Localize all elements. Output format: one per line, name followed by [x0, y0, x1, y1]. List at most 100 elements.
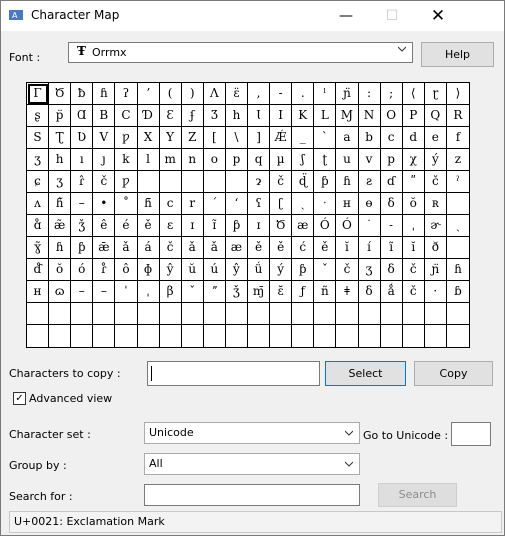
minimize-button[interactable]: —: [323, 1, 369, 31]
char-cell[interactable]: I: [270, 105, 293, 127]
char-cell[interactable]: ɪ: [248, 215, 271, 237]
go-to-unicode-input[interactable]: [451, 422, 491, 446]
char-cell[interactable]: ƀ: [71, 83, 94, 105]
char-cell[interactable]: Ʋ: [71, 127, 94, 149]
char-cell[interactable]: [248, 303, 271, 325]
char-cell[interactable]: δ: [380, 259, 403, 281]
char-cell[interactable]: ˈ: [115, 281, 138, 303]
maximize-button[interactable]: ☐: [369, 1, 415, 31]
char-cell[interactable]: é: [115, 215, 138, 237]
character-set-dropdown[interactable]: Unicode: [144, 422, 360, 444]
copy-button[interactable]: Copy: [414, 361, 493, 386]
char-cell[interactable]: [181, 303, 204, 325]
char-cell[interactable]: ,: [248, 83, 271, 105]
char-cell[interactable]: ʂ: [27, 105, 50, 127]
char-cell[interactable]: d: [402, 127, 425, 149]
char-cell[interactable]: p̈: [49, 105, 72, 127]
char-cell[interactable]: [49, 325, 72, 347]
char-cell[interactable]: [336, 303, 359, 325]
title-bar[interactable]: A Character Map — ☐ ✕: [1, 1, 504, 31]
select-button[interactable]: Select: [325, 361, 406, 386]
char-cell[interactable]: [225, 303, 248, 325]
char-cell[interactable]: ɦ̄: [137, 193, 160, 215]
char-cell[interactable]: ɛ̆: [270, 281, 293, 303]
char-cell[interactable]: l: [137, 149, 160, 171]
char-cell[interactable]: ǯ: [225, 281, 248, 303]
char-cell[interactable]: ˗: [380, 215, 403, 237]
char-cell[interactable]: č: [424, 171, 447, 193]
char-cell[interactable]: Ʈ: [49, 127, 72, 149]
char-cell[interactable]: ê: [93, 215, 116, 237]
char-cell[interactable]: _: [292, 127, 315, 149]
char-cell[interactable]: Ɛ: [159, 105, 182, 127]
char-cell[interactable]: ě: [248, 237, 271, 259]
char-cell[interactable]: ĭ: [402, 237, 425, 259]
char-cell[interactable]: č: [402, 281, 425, 303]
characters-to-copy-input[interactable]: [147, 361, 320, 386]
char-cell[interactable]: p: [380, 149, 403, 171]
char-cell[interactable]: ʼ: [137, 83, 160, 105]
char-cell[interactable]: ƥ: [225, 215, 248, 237]
char-cell[interactable]: [137, 171, 160, 193]
char-cell[interactable]: [270, 303, 293, 325]
char-cell[interactable]: ʜ: [27, 281, 50, 303]
char-cell[interactable]: m: [159, 149, 182, 171]
char-cell[interactable]: ˌ: [137, 281, 160, 303]
char-cell[interactable]: ŏ: [49, 259, 72, 281]
char-cell[interactable]: ɛ: [159, 215, 182, 237]
char-cell[interactable]: ˏ: [292, 193, 315, 215]
char-cell[interactable]: O: [380, 105, 403, 127]
char-cell[interactable]: ˮ: [203, 281, 226, 303]
char-cell[interactable]: ú: [203, 259, 226, 281]
char-cell[interactable]: ɲ̈: [424, 259, 447, 281]
char-cell[interactable]: ;: [380, 83, 403, 105]
char-cell[interactable]: ƥ: [314, 171, 337, 193]
char-cell[interactable]: ɾ̂: [71, 171, 94, 193]
group-by-dropdown[interactable]: All: [144, 453, 360, 475]
char-cell[interactable]: X: [137, 127, 160, 149]
char-cell[interactable]: ʒ: [358, 259, 381, 281]
char-cell[interactable]: ʔ: [115, 83, 138, 105]
char-cell[interactable]: S: [27, 127, 50, 149]
char-cell[interactable]: ɷ: [49, 281, 72, 303]
char-cell[interactable]: ñ: [314, 281, 337, 303]
char-cell[interactable]: Z: [181, 127, 204, 149]
char-cell[interactable]: [226, 325, 248, 347]
char-cell[interactable]: ě: [137, 215, 160, 237]
char-cell[interactable]: ǎ: [181, 237, 204, 259]
char-cell[interactable]: č: [159, 237, 182, 259]
char-cell[interactable]: ǯ: [71, 215, 94, 237]
char-cell[interactable]: L: [314, 105, 337, 127]
char-cell[interactable]: ˇ: [314, 259, 337, 281]
char-cell[interactable]: ˌ: [402, 215, 425, 237]
char-cell[interactable]: ĭ: [336, 237, 359, 259]
char-cell[interactable]: -: [270, 83, 293, 105]
char-cell[interactable]: B: [93, 105, 116, 127]
char-cell[interactable]: ʃ: [292, 149, 315, 171]
char-cell[interactable]: [71, 325, 94, 347]
char-cell[interactable]: N: [358, 105, 381, 127]
char-cell[interactable]: u: [336, 149, 359, 171]
char-cell[interactable]: ɪ: [181, 215, 204, 237]
char-cell[interactable]: h: [49, 149, 72, 171]
char-cell[interactable]: [: [203, 127, 226, 149]
char-cell[interactable]: [203, 303, 226, 325]
char-cell[interactable]: [159, 303, 182, 325]
char-cell[interactable]: Ʒ: [203, 105, 226, 127]
char-cell[interactable]: Q: [424, 105, 447, 127]
char-cell[interactable]: \: [225, 127, 248, 149]
char-cell[interactable]: ʗ: [270, 193, 293, 215]
char-cell[interactable]: [336, 325, 359, 347]
char-cell[interactable]: Ɱ: [336, 105, 359, 127]
char-cell[interactable]: [424, 303, 447, 325]
char-cell[interactable]: ʜ: [336, 193, 359, 215]
char-cell[interactable]: æ: [292, 215, 315, 237]
char-cell[interactable]: [49, 303, 72, 325]
char-cell[interactable]: [115, 325, 138, 347]
char-cell[interactable]: ɸ: [137, 259, 160, 281]
char-cell[interactable]: ƿ: [115, 127, 138, 149]
char-cell[interactable]: ɽ: [424, 83, 447, 105]
char-cell[interactable]: ʀ: [424, 193, 447, 215]
char-cell[interactable]: Ɑ: [71, 105, 94, 127]
char-cell[interactable]: ǻ: [380, 281, 403, 303]
